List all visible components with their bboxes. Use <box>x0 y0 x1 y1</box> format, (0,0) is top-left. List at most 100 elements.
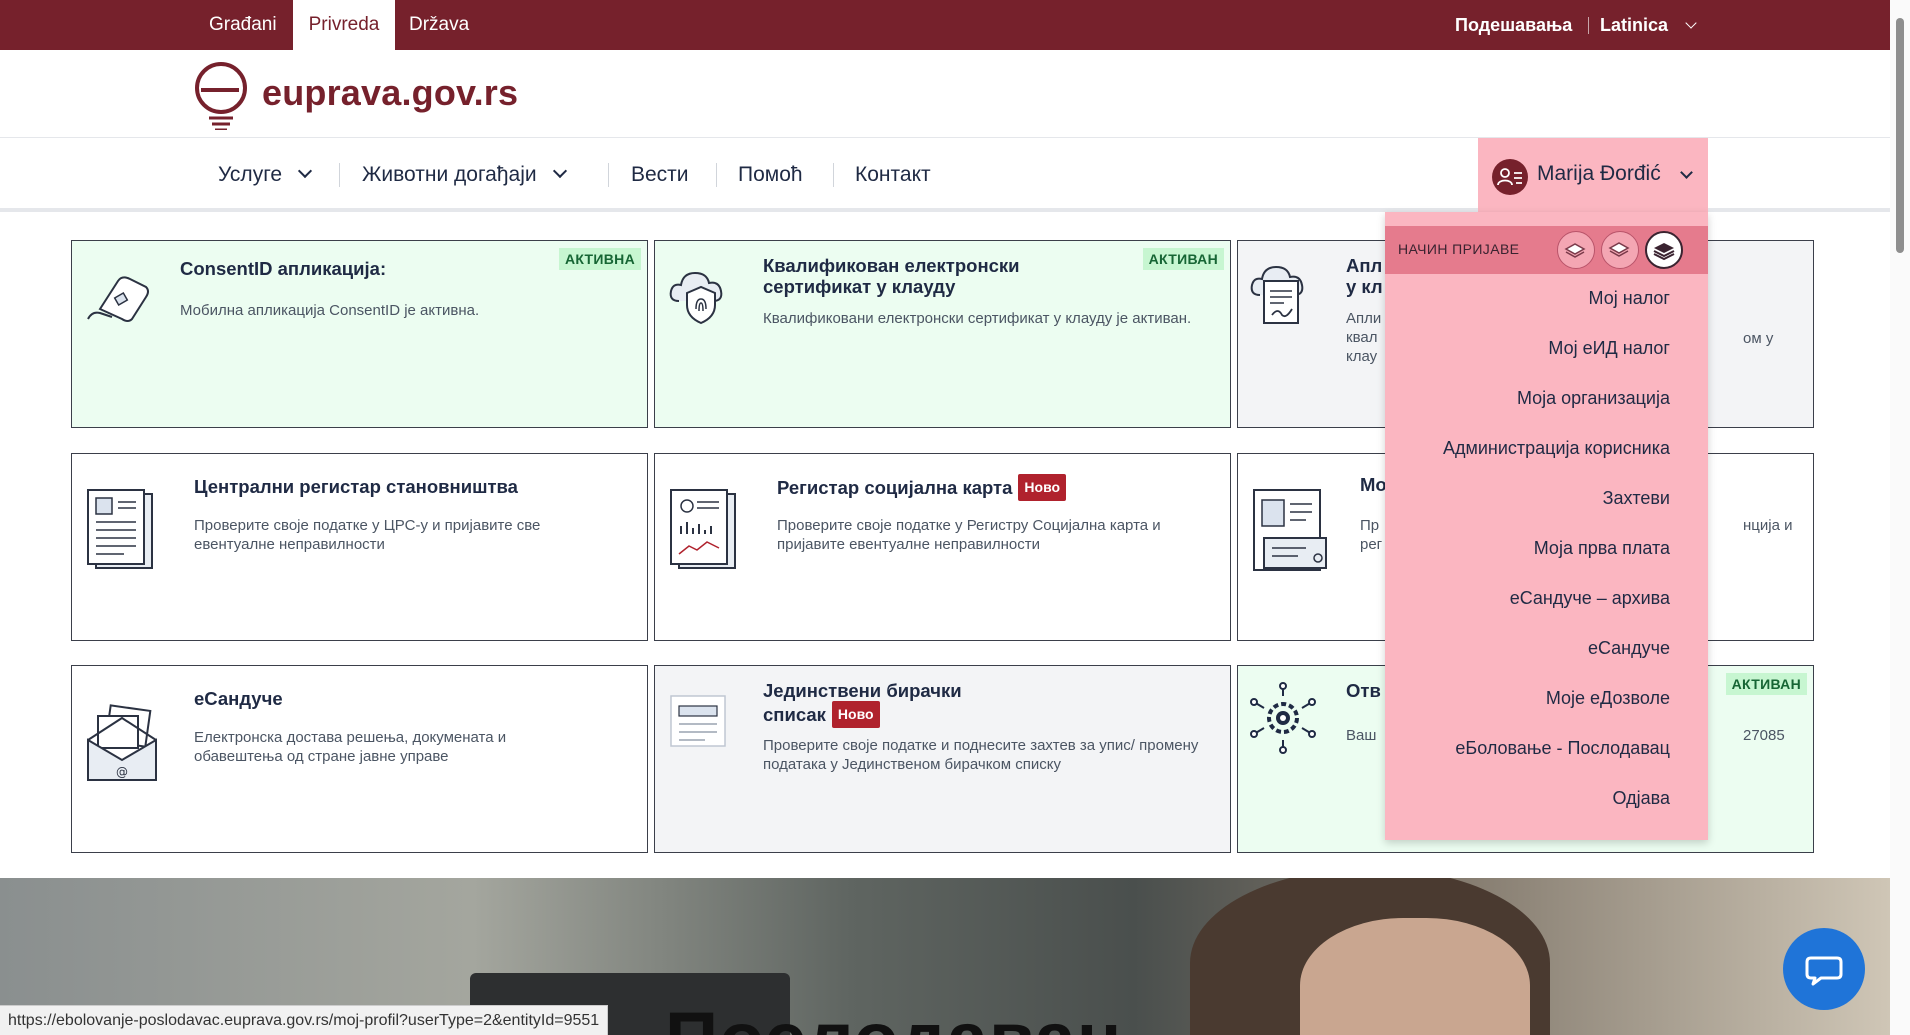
card-central-registry[interactable]: Централни регистар становништва Проверит… <box>71 453 648 641</box>
tab-gradjani[interactable]: Građani <box>195 0 291 50</box>
id-document-icon <box>1253 489 1327 571</box>
new-badge: Ново <box>831 701 880 728</box>
status-badge: АКТИВАН <box>1725 673 1807 695</box>
top-divider <box>1588 17 1589 34</box>
tab-privreda[interactable]: Privreda <box>293 0 395 50</box>
card-desc-fragment: 27085 <box>1743 727 1785 744</box>
nav-divider <box>833 163 834 187</box>
card-desc-line: квал <box>1346 329 1378 346</box>
card-desc-line: Пр <box>1360 517 1380 534</box>
card-title: ConsentID апликација: <box>180 258 387 279</box>
card-desc: Пр рег <box>1360 516 1382 554</box>
nav-divider <box>716 163 717 187</box>
card-desc-fragment: ом у <box>1743 330 1774 347</box>
script-selector[interactable]: Latinica <box>1600 0 1697 50</box>
user-menu-button[interactable]: Marija Đorđić <box>1478 138 1708 212</box>
card-social-registry[interactable]: Регистар социјална карта Ново Проверите с… <box>654 453 1231 641</box>
status-badge: АКТИВАН <box>1142 248 1224 270</box>
card-title-text: Регистар социјална карта <box>777 477 1013 498</box>
site-header: euprava.gov.rs <box>0 50 1890 138</box>
menu-item-user-administration[interactable]: Администрација корисника <box>1443 438 1670 459</box>
card-title: Квалификован електронски сертификат у кл… <box>763 255 1020 297</box>
menu-item-esick-leave-employer[interactable]: еБоловање - Послодавац <box>1455 738 1670 759</box>
login-mode-row: НАЧИН ПРИЈАВЕ <box>1385 226 1708 274</box>
login-mode-level-3-icon[interactable] <box>1645 231 1683 269</box>
nav-divider <box>608 163 609 187</box>
menu-item-esanduce[interactable]: еСандуче <box>1588 638 1670 659</box>
nav-divider <box>339 163 340 187</box>
card-title-line: списак <box>763 704 826 725</box>
card-desc: Квалификовани електронски сертификат у к… <box>763 310 1192 327</box>
settings-link[interactable]: Подешавања <box>1455 0 1572 50</box>
new-badge: Ново <box>1018 474 1067 501</box>
menu-item-my-account[interactable]: Мој налог <box>1589 288 1670 309</box>
card-desc: Апли квал клау <box>1346 309 1381 366</box>
status-bar-url: https://ebolovanje-poslodavac.euprava.go… <box>0 1005 609 1035</box>
clipboard-chart-icon <box>670 489 736 569</box>
nav-label: Животни догађаји <box>362 163 537 186</box>
card-title: Отв <box>1346 680 1381 701</box>
card-desc: Мобилна апликација ConsentID је активна. <box>180 302 480 319</box>
script-selector-label: Latinica <box>1600 15 1669 35</box>
login-mode-level-2-icon[interactable] <box>1601 231 1639 269</box>
chevron-down-icon <box>1685 17 1697 29</box>
menu-item-my-epermits[interactable]: Моје еДозволе <box>1546 688 1670 709</box>
chat-button[interactable] <box>1783 928 1865 1010</box>
card-title: Мо <box>1360 474 1387 495</box>
card-desc: Ваш <box>1346 727 1377 744</box>
hero-face-shape <box>1300 918 1530 1035</box>
card-title: еСандуче <box>194 688 283 709</box>
menu-item-my-eid-account[interactable]: Мој еИД налог <box>1548 338 1670 359</box>
card-title: Јединствени бирачки списак Ново <box>763 680 962 728</box>
login-mode-level-1-icon[interactable] <box>1557 231 1595 269</box>
nav-item-contact[interactable]: Контакт <box>855 138 931 212</box>
card-title-line: Јединствени бирачки <box>763 680 962 701</box>
card-desc-line: клау <box>1346 348 1378 365</box>
card-cloud-certificate[interactable]: Квалификован електронски сертификат у кл… <box>654 240 1231 428</box>
cloud-document-sign-icon <box>1250 265 1304 324</box>
smart-card-icon <box>87 276 149 322</box>
menu-item-requests[interactable]: Захтеви <box>1603 488 1670 509</box>
status-badge: АКТИВНА <box>558 248 641 270</box>
card-voter-list[interactable]: Јединствени бирачки списак Ново Проверите … <box>654 665 1231 853</box>
card-desc-fragment: нција и <box>1743 517 1793 534</box>
card-esanduce[interactable]: @ еСандуче Електронска достава решења, д… <box>71 665 648 853</box>
user-card-icon <box>1492 159 1528 195</box>
nav-item-services[interactable]: Услуге <box>218 138 313 212</box>
card-title: Апл у кл <box>1346 255 1383 297</box>
card-title: Регистар социјална карта Ново <box>777 474 1067 501</box>
menu-item-first-salary[interactable]: Моја прва плата <box>1534 538 1670 559</box>
nav-item-help[interactable]: Помоћ <box>738 138 803 212</box>
card-desc: Проверите своје податке и поднесите захт… <box>763 737 1199 773</box>
chat-bubble-icon <box>1805 956 1843 986</box>
top-bar: Građani Privreda Država Подешавања Latin… <box>0 0 1890 50</box>
nav-label: Услуге <box>218 163 283 186</box>
chevron-down-icon <box>552 163 567 179</box>
card-desc: Проверите своје податке у ЦРС-у и пријав… <box>194 517 541 553</box>
card-desc-line: рег <box>1360 536 1383 553</box>
profile-document-icon <box>87 489 153 569</box>
scrollbar-thumb[interactable] <box>1896 18 1904 253</box>
menu-item-my-organization[interactable]: Моја организација <box>1517 388 1670 409</box>
nav-item-news[interactable]: Вести <box>631 138 689 212</box>
user-name: Marija Đorđić <box>1537 162 1661 185</box>
card-consentid[interactable]: ConsentID апликација: Мобилна апликација… <box>71 240 648 428</box>
card-desc-line: Апли <box>1346 310 1382 327</box>
card-desc: Електронска достава решења, докумената и… <box>194 729 507 765</box>
hero-title: Послодавац <box>665 996 1123 1035</box>
svg-text:@: @ <box>116 765 128 779</box>
cloud-fingerprint-icon <box>669 271 723 325</box>
card-title: Централни регистар становништва <box>194 476 518 497</box>
voter-list-icon <box>670 695 726 747</box>
page-scrollbar[interactable] <box>1890 0 1910 1035</box>
euprava-logo-icon[interactable] <box>193 60 249 130</box>
menu-item-logout[interactable]: Одјава <box>1613 788 1671 809</box>
card-title-line: у кл <box>1346 276 1383 297</box>
site-logo-text[interactable]: euprava.gov.rs <box>262 72 518 114</box>
chevron-down-icon <box>298 163 313 179</box>
tab-drzava[interactable]: Država <box>395 0 483 50</box>
card-title-line: Апл <box>1346 255 1383 276</box>
menu-item-esanduce-archive[interactable]: еСандуче – архива <box>1510 588 1670 609</box>
user-dropdown-menu: НАЧИН ПРИЈАВЕ Мој налог Мој еИД налог Мо… <box>1385 212 1708 840</box>
nav-item-life-events[interactable]: Животни догађаји <box>362 138 567 212</box>
